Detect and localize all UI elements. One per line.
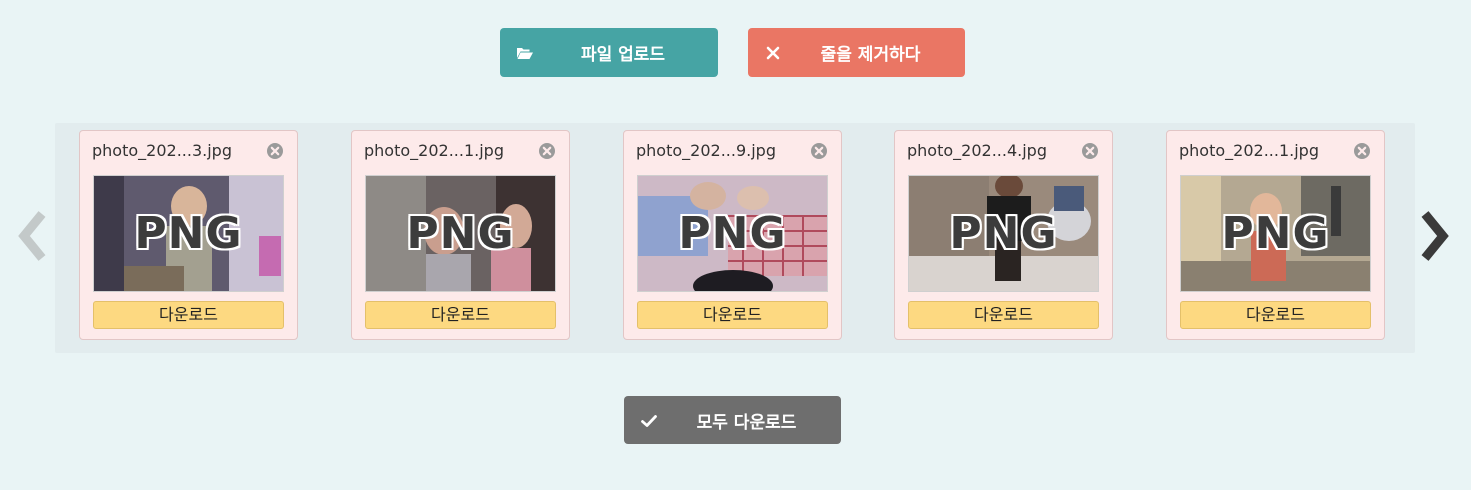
file-name: photo_202...3.jpg (92, 141, 232, 160)
converter-page: 파일 업로드 줄을 제거하다 photo_202...3.jpg PNG 다운로… (0, 0, 1471, 490)
file-name: photo_202...9.jpg (636, 141, 776, 160)
file-thumbnail: PNG (365, 175, 556, 292)
png-badge: PNG (134, 208, 243, 259)
download-button[interactable]: 다운로드 (1180, 301, 1371, 329)
remove-circle-icon[interactable] (1081, 142, 1099, 160)
remove-circle-icon[interactable] (810, 142, 828, 160)
download-button[interactable]: 다운로드 (637, 301, 828, 329)
file-thumbnail: PNG (93, 175, 284, 292)
file-name: photo_202...4.jpg (907, 141, 1047, 160)
file-card: photo_202...1.jpg PNG 다운로드 (351, 130, 570, 340)
chevron-right-icon[interactable] (1415, 208, 1451, 264)
download-button[interactable]: 다운로드 (93, 301, 284, 329)
file-card: photo_202...9.jpg PNG 다운로드 (623, 130, 842, 340)
download-button[interactable]: 다운로드 (365, 301, 556, 329)
file-card: photo_202...1.jpg PNG 다운로드 (1166, 130, 1385, 340)
folder-open-icon (516, 45, 534, 61)
remove-circle-icon[interactable] (1353, 142, 1371, 160)
close-icon (764, 45, 782, 61)
upload-file-button[interactable]: 파일 업로드 (500, 28, 718, 77)
chevron-left-icon[interactable] (16, 208, 52, 264)
file-card: photo_202...4.jpg PNG 다운로드 (894, 130, 1113, 340)
clear-queue-button[interactable]: 줄을 제거하다 (748, 28, 965, 77)
remove-circle-icon[interactable] (266, 142, 284, 160)
download-button[interactable]: 다운로드 (908, 301, 1099, 329)
file-thumbnail: PNG (1180, 175, 1371, 292)
file-card: photo_202...3.jpg PNG 다운로드 (79, 130, 298, 340)
file-name: photo_202...1.jpg (364, 141, 504, 160)
png-badge: PNG (949, 208, 1058, 259)
file-name: photo_202...1.jpg (1179, 141, 1319, 160)
remove-circle-icon[interactable] (538, 142, 556, 160)
file-thumbnail: PNG (637, 175, 828, 292)
file-thumbnail: PNG (908, 175, 1099, 292)
download-all-button[interactable]: 모두 다운로드 (624, 396, 841, 444)
png-badge: PNG (1221, 208, 1330, 259)
check-icon (640, 413, 658, 429)
png-badge: PNG (678, 208, 787, 259)
png-badge: PNG (406, 208, 515, 259)
